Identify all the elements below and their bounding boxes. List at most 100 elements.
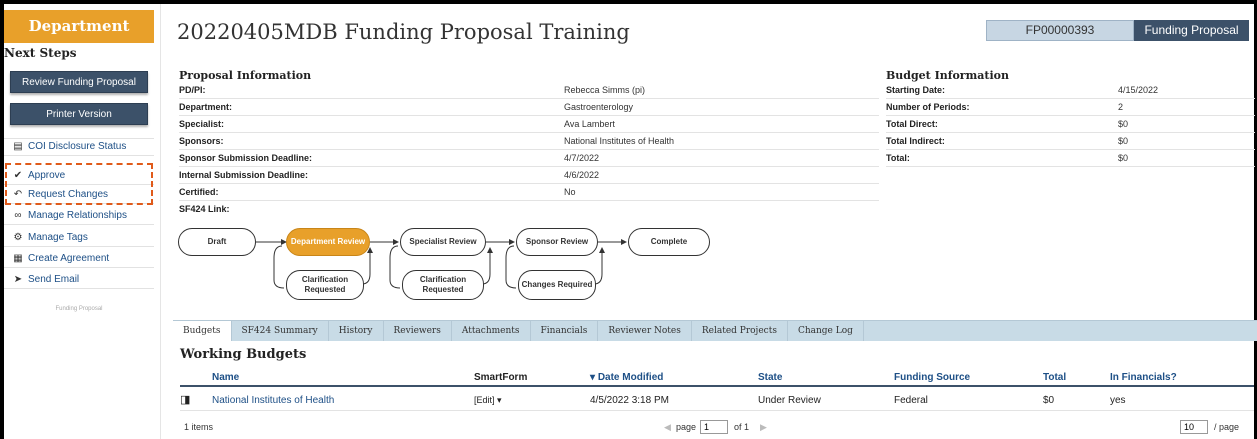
proposal-info-row: SF424 Link: <box>179 202 1255 218</box>
send-icon: ➤ <box>13 273 23 285</box>
column-funding-source[interactable]: Funding Source <box>894 372 970 383</box>
budget-funding-source: Federal <box>894 395 928 406</box>
per-page-label: / page <box>1214 422 1240 432</box>
tab-sf424-summary[interactable]: SF424 Summary <box>232 321 329 341</box>
proposal-info-row: Certified: No <box>179 185 879 201</box>
budget-name-link[interactable]: National Institutes of Health <box>212 395 334 406</box>
prev-page-icon[interactable]: ◀ <box>664 422 671 433</box>
column-smartform: SmartForm <box>474 372 528 383</box>
page-title: 20220405MDB Funding Proposal Training <box>177 20 630 44</box>
page-number-input[interactable] <box>700 420 728 434</box>
budget-info-row: Total: $0 <box>886 151 1255 167</box>
create-agreement-label: Create Agreement <box>28 252 110 264</box>
budget-state: Under Review <box>758 395 821 406</box>
next-page-icon[interactable]: ▶ <box>760 422 767 433</box>
budget-info-label: Number of Periods: <box>886 102 970 112</box>
proposal-info-label: Sponsors: <box>179 136 224 146</box>
state-banner: Department Review <box>4 10 154 68</box>
proposal-info-label: SF424 Link: <box>179 204 230 214</box>
tab-financials[interactable]: Financials <box>531 321 599 341</box>
workflow-node-changes-required: Changes Required <box>518 270 596 300</box>
budget-in-financials: yes <box>1110 395 1126 406</box>
budget-icon: ◨ <box>180 394 191 406</box>
workflow-node-complete: Complete <box>628 228 710 256</box>
proposal-info-label: Department: <box>179 102 233 112</box>
budget-info-row: Total Direct: $0 <box>886 117 1255 133</box>
manage-relationships-link[interactable]: ∞ Manage Relationships <box>4 207 154 225</box>
budget-information-heading: Budget Information <box>886 69 1009 82</box>
working-budgets-title: Working Budgets <box>180 347 307 362</box>
proposal-info-row: Specialist: Ava Lambert <box>179 117 879 133</box>
project-id: FP00000393 <box>986 20 1134 41</box>
proposal-info-label: PD/PI: <box>179 85 206 95</box>
column-date-modified[interactable]: ▾ Date Modified <box>590 372 663 383</box>
proposal-info-row: Sponsor Submission Deadline: 4/7/2022 <box>179 151 879 167</box>
send-email-link[interactable]: ➤ Send Email <box>4 271 154 289</box>
column-in-financials[interactable]: In Financials? <box>1110 372 1177 383</box>
manage-tags-link[interactable]: ⚙ Manage Tags <box>4 229 154 247</box>
proposal-info-row: Sponsors: National Institutes of Health <box>179 134 879 150</box>
column-total[interactable]: Total <box>1043 372 1066 383</box>
create-agreement-link[interactable]: ▦ Create Agreement <box>4 250 154 268</box>
item-count: 1 items <box>184 422 214 432</box>
tab-budgets[interactable]: Budgets <box>173 321 232 341</box>
proposal-info-row: Internal Submission Deadline: 4/6/2022 <box>179 168 879 184</box>
tab-bar: Budgets SF424 Summary History Reviewers Atta… <box>173 320 1257 341</box>
workflow-node-draft: Draft <box>178 228 256 256</box>
tab-history[interactable]: History <box>329 321 384 341</box>
proposal-info-value: 4/6/2022 <box>564 170 600 180</box>
tab-attachments[interactable]: Attachments <box>452 321 531 341</box>
proposal-info-value: Gastroenterology <box>564 102 634 112</box>
budget-info-value: $0 <box>1118 136 1129 146</box>
column-name[interactable]: Name <box>212 372 239 383</box>
budget-info-row: Starting Date: 4/15/2022 <box>886 83 1255 99</box>
pager: 1 items ◀ page of 1 ▶ / page <box>180 419 1254 437</box>
proposal-info-row: Department: Gastroenterology <box>179 100 879 116</box>
document-icon: ▦ <box>13 252 23 264</box>
edit-dropdown[interactable]: [Edit] ▾ <box>474 395 502 406</box>
proposal-info-label: Certified: <box>179 187 219 197</box>
workflow-node-department-review: Department Review <box>286 228 370 256</box>
proposal-info-value: National Institutes of Health <box>564 136 675 146</box>
budget-info-value: $0 <box>1118 119 1129 129</box>
tab-reviewers[interactable]: Reviewers <box>384 321 452 341</box>
review-funding-proposal-button[interactable]: Review Funding Proposal <box>10 71 148 93</box>
page-of-label: of 1 <box>734 422 750 432</box>
tab-change-log[interactable]: Change Log <box>788 321 864 341</box>
proposal-info-label: Sponsor Submission Deadline: <box>179 153 313 163</box>
gear-icon: ⚙ <box>13 231 23 243</box>
sidebar-footer: Funding Proposal <box>55 306 103 312</box>
budget-info-value: $0 <box>1118 153 1129 163</box>
budget-total: $0 <box>1043 395 1055 406</box>
manage-relationships-label: Manage Relationships <box>28 209 127 221</box>
page-label: page <box>676 422 697 432</box>
column-state[interactable]: State <box>758 372 782 383</box>
budget-info-row: Number of Periods: 2 <box>886 100 1255 116</box>
sort-desc-icon: ▾ <box>590 372 596 383</box>
proposal-information-heading: Proposal Information <box>179 69 312 82</box>
column-date-modified-label: Date Modified <box>597 372 664 383</box>
send-email-label: Send Email <box>28 273 80 285</box>
workflow-node-clarification-1: Clarification Requested <box>286 270 364 300</box>
proposal-info-value: Rebecca Simms (pi) <box>564 85 646 95</box>
proposal-info-value: No <box>564 187 576 197</box>
proposal-info-label: Specialist: <box>179 119 225 129</box>
proposal-info-label: Internal Submission Deadline: <box>179 170 309 180</box>
list-icon: ▤ <box>13 141 23 152</box>
proposal-info-value: 4/7/2022 <box>564 153 600 163</box>
coi-disclosure-status-link[interactable]: ▤ COI Disclosure Status <box>4 138 154 156</box>
budget-info-value: 2 <box>1118 102 1124 112</box>
budget-date-modified: 4/5/2022 3:18 PM <box>590 395 669 406</box>
tab-reviewer-notes[interactable]: Reviewer Notes <box>598 321 692 341</box>
printer-version-button[interactable]: Printer Version <box>10 103 148 125</box>
budgets-grid-header: Name SmartForm ▾ Date Modified State Fun… <box>180 369 1254 387</box>
page-size-input[interactable] <box>1180 420 1208 434</box>
budget-info-label: Starting Date: <box>886 85 946 95</box>
workflow-node-clarification-2: Clarification Requested <box>402 270 484 300</box>
coi-disclosure-status-label: COI Disclosure Status <box>28 141 127 152</box>
workflow-node-specialist-review: Specialist Review <box>400 228 486 256</box>
budget-info-label: Total: <box>886 153 910 163</box>
tab-related-projects[interactable]: Related Projects <box>692 321 788 341</box>
budget-info-value: 4/15/2022 <box>1118 85 1159 95</box>
table-row: ◨ National Institutes of Health [Edit] ▾… <box>180 390 1254 411</box>
